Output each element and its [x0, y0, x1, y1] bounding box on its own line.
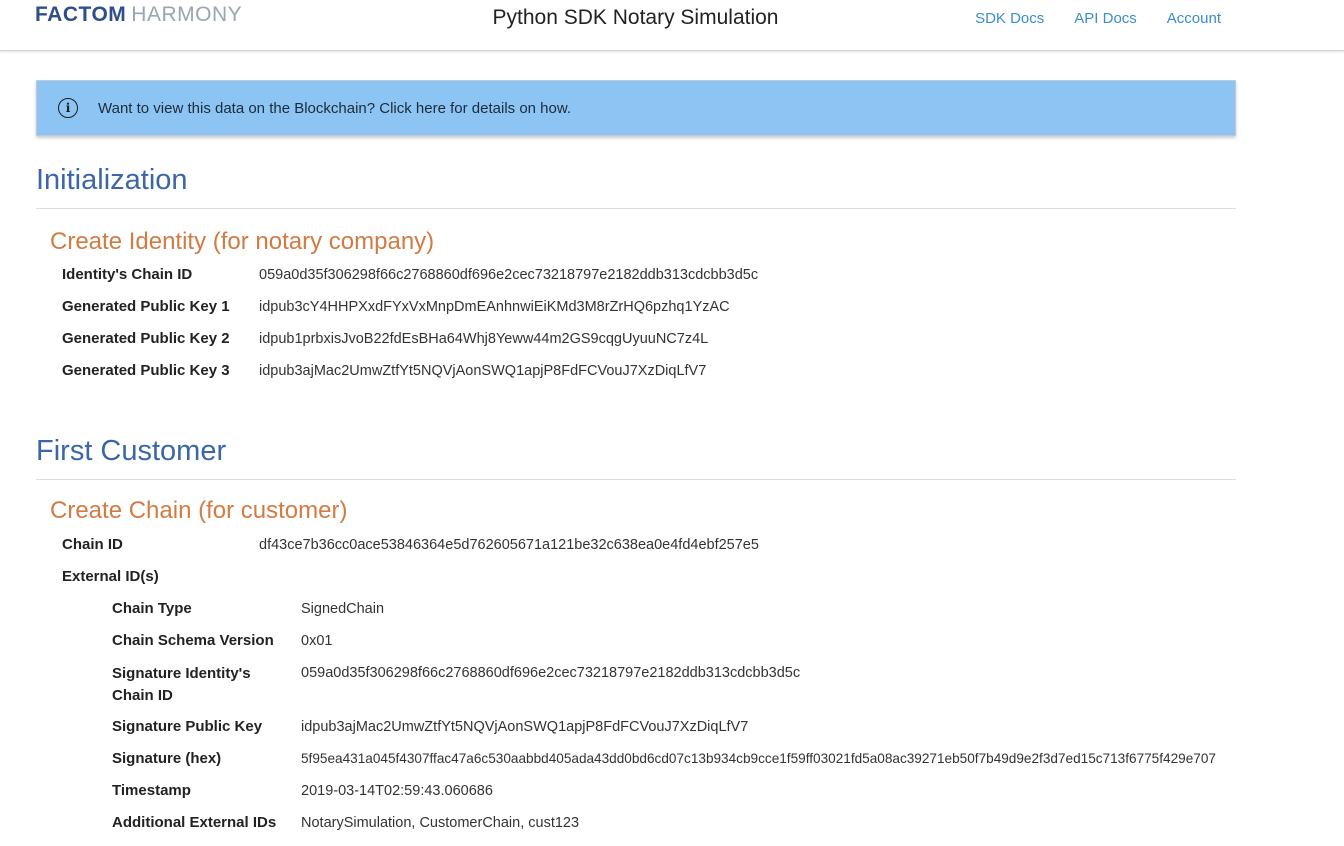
- nav-link-api-docs[interactable]: API Docs: [1074, 10, 1137, 27]
- ext-id-value-signature-hex: 5f95ea431a045f4307ffac47a6c530aabbd405ad…: [301, 751, 1216, 766]
- ext-id-value-chain-type: SignedChain: [301, 601, 385, 617]
- field-label-public-key-1: Generated Public Key 1: [62, 298, 230, 315]
- ext-id-value-additional-external-ids: NotarySimulation, CustomerChain, cust123: [301, 815, 580, 831]
- ext-id-label-chain-type: Chain Type: [112, 600, 192, 617]
- section-divider: [36, 479, 1236, 480]
- section-divider: [36, 208, 1236, 209]
- nav-link-account[interactable]: Account: [1167, 10, 1221, 27]
- ext-id-label-signature-identity-chain-id: Signature Identity's Chain ID: [112, 665, 251, 704]
- ext-id-label-schema-version: Chain Schema Version: [112, 632, 274, 649]
- section-title-initialization: Initialization: [36, 164, 188, 196]
- info-banner-text[interactable]: Want to view this data on the Blockchain…: [98, 100, 571, 117]
- subsection-title-create-chain: Create Chain (for customer): [50, 497, 348, 524]
- field-value-public-key-3: idpub3ajMac2UmwZtfYt5NQVjAonSWQ1apjP8FdF…: [259, 363, 707, 379]
- field-value-identity-chain-id: 059a0d35f306298f66c2768860df696e2cec7321…: [259, 267, 759, 283]
- info-icon: i: [58, 98, 78, 118]
- nav-link-sdk-docs[interactable]: SDK Docs: [975, 10, 1044, 27]
- field-label-chain-id: Chain ID: [62, 536, 123, 553]
- ext-id-value-signature-public-key: idpub3ajMac2UmwZtfYt5NQVjAonSWQ1apjP8FdF…: [301, 719, 749, 735]
- top-header: FACTOM HARMONY Python SDK Notary Simulati…: [0, 0, 1344, 51]
- top-nav: SDK Docs API Docs Account: [975, 10, 1221, 27]
- field-value-public-key-2: idpub1prbxisJvoB22fdEsBHa64Whj8Yeww44m2G…: [259, 331, 709, 347]
- ext-id-value-timestamp: 2019-03-14T02:59:43.060686: [301, 783, 493, 799]
- ext-id-label-timestamp: Timestamp: [112, 782, 191, 799]
- info-banner[interactable]: i Want to view this data on the Blockcha…: [36, 80, 1236, 136]
- field-label-public-key-3: Generated Public Key 3: [62, 362, 230, 379]
- ext-id-label-signature-public-key: Signature Public Key: [112, 718, 263, 735]
- field-label-public-key-2: Generated Public Key 2: [62, 330, 230, 347]
- field-label-identity-chain-id: Identity's Chain ID: [62, 266, 193, 283]
- field-value-chain-id: df43ce7b36cc0ace53846364e5d762605671a121…: [259, 537, 759, 553]
- subsection-title-create-identity: Create Identity (for notary company): [50, 228, 435, 255]
- ext-id-label-additional-external-ids: Additional External IDs: [112, 814, 277, 831]
- field-label-external-ids: External ID(s): [62, 568, 159, 585]
- ext-id-label-signature-hex: Signature (hex): [112, 750, 222, 767]
- ext-id-value-signature-identity-chain-id: 059a0d35f306298f66c2768860df696e2cec7321…: [301, 665, 801, 681]
- section-title-first-customer: First Customer: [36, 435, 227, 467]
- field-value-public-key-1: idpub3cY4HHPXxdFYxVxMnpDmEAnhnwiEiKMd3M8…: [259, 299, 730, 315]
- ext-id-value-schema-version: 0x01: [301, 633, 333, 649]
